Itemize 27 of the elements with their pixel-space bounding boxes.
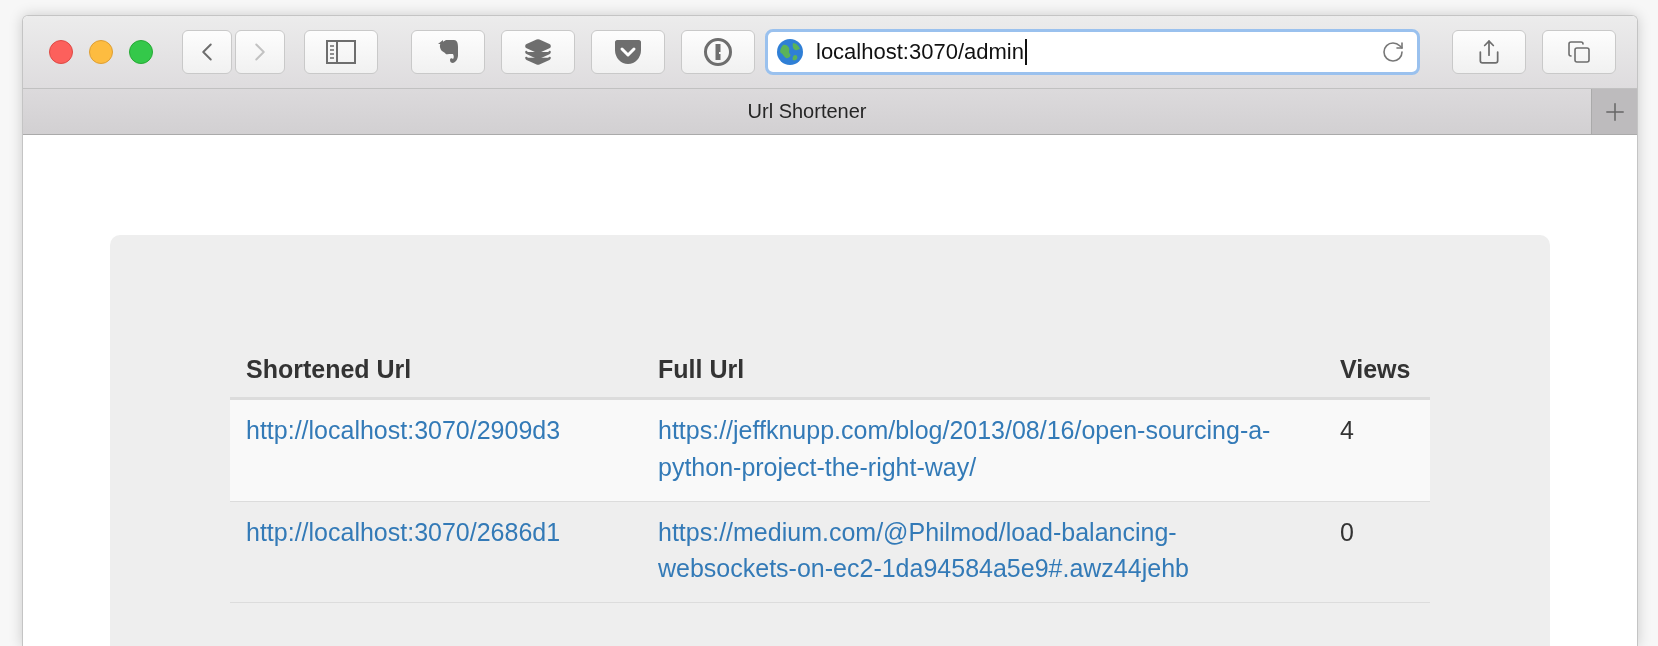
globe-icon <box>776 38 804 66</box>
elephant-button[interactable] <box>411 30 485 74</box>
layers-button[interactable] <box>501 30 575 74</box>
views-count: 4 <box>1340 416 1354 445</box>
pocket-icon <box>614 39 642 65</box>
short-url-link[interactable]: http://localhost:3070/2686d1 <box>246 513 626 550</box>
full-url-link[interactable]: https://jeffknupp.com/blog/2013/08/16/open-sourcing-a-python-project-the-right-way/ <box>658 412 1308 485</box>
tabs-button[interactable] <box>1542 30 1616 74</box>
views-count: 0 <box>1340 517 1354 546</box>
zoom-button[interactable] <box>129 40 153 64</box>
address-field[interactable]: localhost:3070/admin <box>765 29 1420 75</box>
keyhole-icon <box>703 37 733 67</box>
sidebar-icon <box>326 40 356 64</box>
share-icon <box>1476 39 1502 65</box>
elephant-icon <box>437 39 459 65</box>
password-button[interactable] <box>681 30 755 74</box>
pocket-button[interactable] <box>591 30 665 74</box>
sidebar-button[interactable] <box>304 30 378 74</box>
full-url-link[interactable]: https://medium.com/@Philmod/load-balancing-websockets-on-ec2-1da94584a5e9#.awz44jehb <box>658 513 1308 587</box>
tabs-icon <box>1567 40 1591 64</box>
close-button[interactable] <box>49 40 73 64</box>
new-tab-button[interactable] <box>1591 89 1637 134</box>
share-button[interactable] <box>1452 30 1526 74</box>
reload-icon[interactable] <box>1381 40 1405 64</box>
back-button[interactable] <box>182 30 232 74</box>
layers-icon <box>524 38 552 66</box>
short-url-link[interactable]: http://localhost:3070/2909d3 <box>246 412 626 449</box>
